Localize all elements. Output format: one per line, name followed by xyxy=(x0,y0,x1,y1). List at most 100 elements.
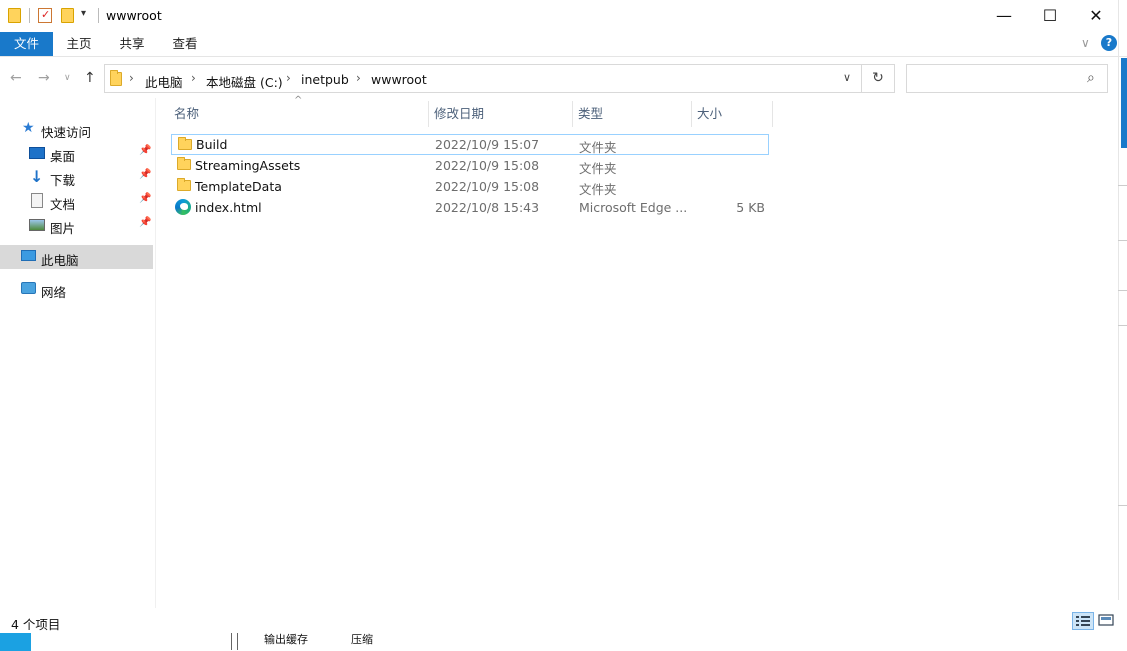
file-row-templatedata[interactable]: TemplateData 2022/10/9 15:08 文件夹 xyxy=(171,176,769,197)
nav-label: 此电脑 xyxy=(41,253,79,268)
tab-view[interactable]: 查看 xyxy=(164,32,206,56)
divider xyxy=(1118,325,1127,326)
divider xyxy=(98,8,99,23)
document-icon xyxy=(31,193,43,208)
breadcrumb-this-pc[interactable]: 此电脑 xyxy=(145,72,183,91)
forward-arrow-icon[interactable]: → xyxy=(38,70,50,86)
properties-icon[interactable]: ✓ xyxy=(38,8,52,23)
file-type: 文件夹 xyxy=(579,182,617,197)
computer-icon xyxy=(21,250,36,261)
nav-label: 文档 xyxy=(50,197,76,212)
search-icon[interactable]: ⌕ xyxy=(1087,70,1095,86)
divider xyxy=(1118,290,1127,291)
address-dropdown-icon[interactable]: ∨ xyxy=(843,71,851,84)
output-cache-label[interactable]: 输出缓存 xyxy=(264,631,308,647)
pin-icon[interactable]: 📌 xyxy=(139,217,151,228)
nav-label: 图片 xyxy=(50,221,76,236)
file-name: index.html xyxy=(195,200,262,215)
breadcrumb-separator[interactable]: › xyxy=(129,71,134,85)
pin-icon[interactable]: 📌 xyxy=(139,145,151,156)
nav-item-pictures[interactable]: 图片 📌 xyxy=(0,213,153,237)
tab-share[interactable]: 共享 xyxy=(111,32,153,56)
nav-item-desktop[interactable]: 桌面 📌 xyxy=(0,141,153,165)
refresh-button[interactable]: ↻ xyxy=(862,64,895,93)
divider xyxy=(1118,240,1127,241)
nav-label: 网络 xyxy=(41,285,67,300)
details-view-button[interactable] xyxy=(1072,612,1094,630)
new-folder-icon[interactable] xyxy=(61,8,74,23)
search-input[interactable] xyxy=(911,70,1081,88)
large-icons-view-button[interactable] xyxy=(1096,612,1118,630)
help-icon[interactable]: ? xyxy=(1101,35,1117,51)
divider xyxy=(1118,0,1119,600)
breadcrumb-separator[interactable]: › xyxy=(191,71,196,85)
column-header-name[interactable]: 名称 xyxy=(169,101,429,127)
file-date: 2022/10/9 15:07 xyxy=(435,137,540,152)
background-window-accent xyxy=(1121,58,1127,148)
file-row-index-html[interactable]: index.html 2022/10/8 15:43 Microsoft Edg… xyxy=(171,197,769,218)
network-icon xyxy=(21,282,36,294)
taskbar-accent xyxy=(0,633,31,651)
file-date: 2022/10/8 15:43 xyxy=(435,200,540,215)
file-date: 2022/10/9 15:08 xyxy=(435,179,540,194)
nav-label: 快速访问 xyxy=(41,125,92,140)
column-header-date[interactable]: 修改日期 xyxy=(429,101,573,127)
close-button[interactable]: ✕ xyxy=(1073,0,1119,30)
folder-icon xyxy=(110,70,122,86)
file-type: 文件夹 xyxy=(579,140,617,155)
nav-label: 下载 xyxy=(50,173,76,188)
file-type: Microsoft Edge ... xyxy=(579,200,688,215)
divider xyxy=(231,633,232,650)
details-view-icon xyxy=(1076,616,1090,626)
nav-item-documents[interactable]: 文档 📌 xyxy=(0,189,153,213)
divider xyxy=(29,8,30,23)
file-name: TemplateData xyxy=(195,179,282,194)
up-arrow-icon[interactable]: ↑ xyxy=(84,70,96,86)
navigation-pane: ★ 快速访问 桌面 📌 ↓ 下载 📌 文档 📌 图片 📌 此电脑 网络 xyxy=(0,110,156,610)
compression-label[interactable]: 压缩 xyxy=(351,631,373,647)
tab-home[interactable]: 主页 xyxy=(58,32,100,56)
window-title: wwwroot xyxy=(106,8,162,23)
back-arrow-icon[interactable]: ← xyxy=(10,70,22,86)
folder-icon xyxy=(178,137,192,150)
large-icons-view-icon xyxy=(1098,614,1114,626)
folder-icon xyxy=(8,8,21,23)
file-size: 5 KB xyxy=(736,200,765,215)
nav-item-downloads[interactable]: ↓ 下载 📌 xyxy=(0,165,153,189)
nav-label: 桌面 xyxy=(50,149,76,164)
breadcrumb-separator[interactable]: › xyxy=(356,71,361,85)
breadcrumb-local-disk[interactable]: 本地磁盘 (C:) xyxy=(206,72,283,91)
item-count: 4 个项目 xyxy=(11,617,61,632)
minimize-button[interactable]: — xyxy=(981,0,1027,30)
search-box[interactable]: ⌕ xyxy=(906,64,1108,93)
folder-icon xyxy=(177,178,191,191)
collapse-ribbon-icon[interactable]: ∨ xyxy=(1081,36,1090,50)
status-bar: 4 个项目 xyxy=(0,610,1127,632)
pin-icon[interactable]: 📌 xyxy=(139,169,151,180)
nav-item-this-pc[interactable]: 此电脑 xyxy=(0,245,153,269)
background-window-strip xyxy=(0,632,1127,651)
pictures-icon xyxy=(29,219,45,231)
edge-html-icon xyxy=(175,199,191,215)
divider xyxy=(1118,185,1127,186)
file-row-build[interactable]: Build 2022/10/9 15:07 文件夹 xyxy=(171,134,769,155)
pin-icon[interactable]: 📌 xyxy=(139,193,151,204)
maximize-button[interactable]: ☐ xyxy=(1027,0,1073,30)
download-icon: ↓ xyxy=(30,167,44,186)
ribbon-tabs: 文件 主页 共享 查看 ∨ ? xyxy=(0,32,1127,57)
title-bar: ✓ ▾ wwwroot — ☐ ✕ xyxy=(0,0,1127,32)
address-bar[interactable]: › 此电脑 › 本地磁盘 (C:) › inetpub › wwwroot ∨ xyxy=(104,64,862,93)
file-row-streamingassets[interactable]: StreamingAssets 2022/10/9 15:08 文件夹 xyxy=(171,155,769,176)
nav-quick-access[interactable]: ★ 快速访问 xyxy=(0,117,153,141)
column-header-size[interactable]: 大小 xyxy=(692,101,773,127)
customize-quick-access-icon[interactable]: ▾ xyxy=(81,8,86,19)
tab-file[interactable]: 文件 xyxy=(0,32,53,56)
nav-item-network[interactable]: 网络 xyxy=(0,277,153,301)
star-icon: ★ xyxy=(22,120,35,136)
recent-locations-icon[interactable]: ∨ xyxy=(64,73,71,83)
column-header-type[interactable]: 类型 xyxy=(573,101,692,127)
divider xyxy=(237,633,238,650)
breadcrumb-separator[interactable]: › xyxy=(286,71,291,85)
breadcrumb-wwwroot[interactable]: wwwroot xyxy=(371,72,427,87)
breadcrumb-inetpub[interactable]: inetpub xyxy=(301,72,349,87)
